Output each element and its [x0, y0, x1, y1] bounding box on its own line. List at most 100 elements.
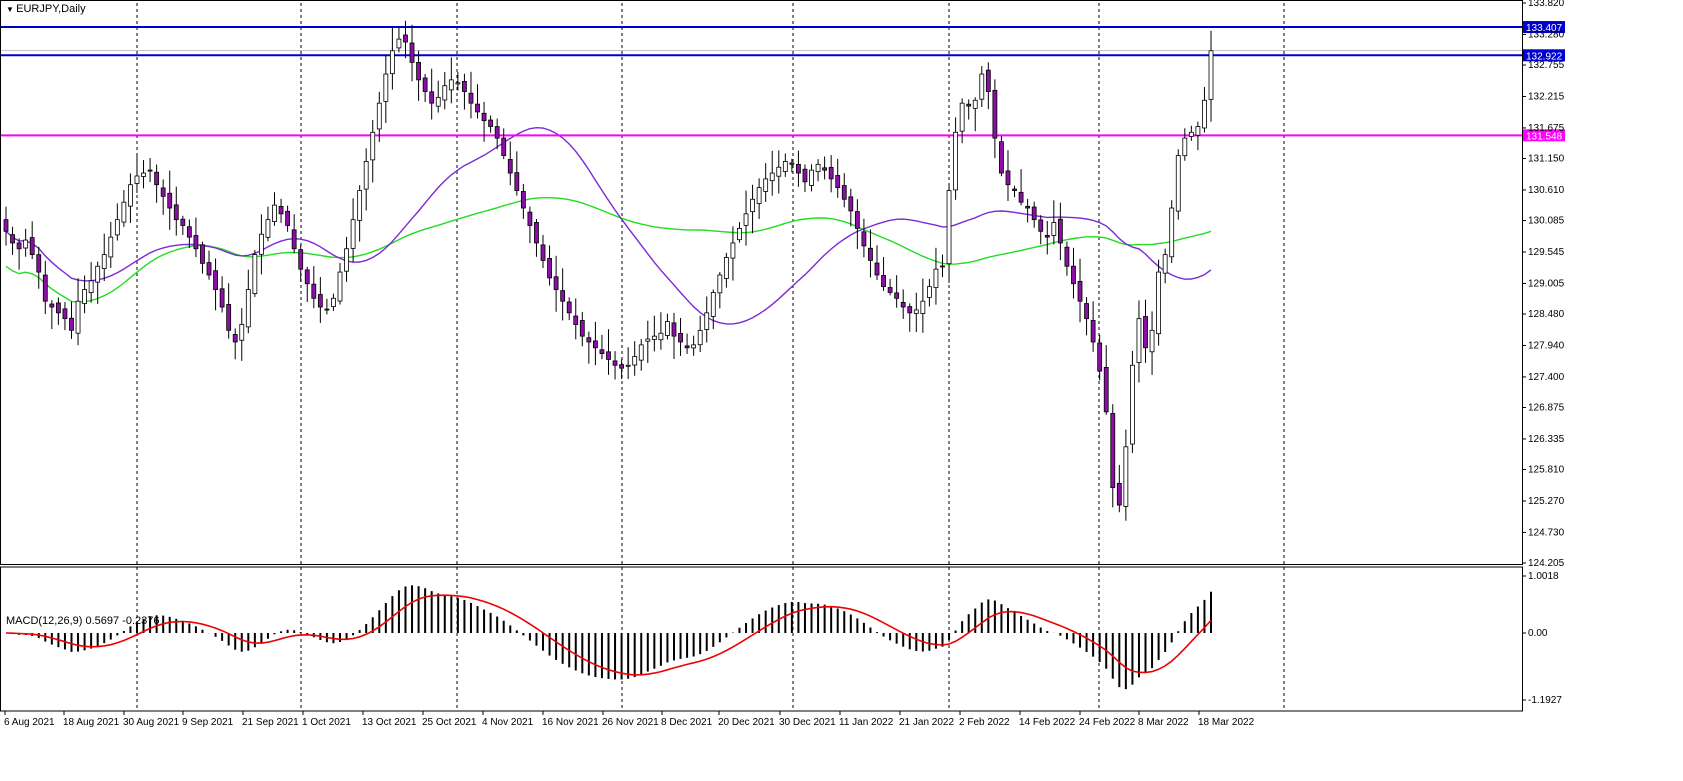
candle-body	[304, 269, 310, 285]
candle-body	[69, 317, 74, 331]
price-tick-label: 131.675	[1528, 123, 1565, 134]
candle-body	[252, 254, 258, 294]
candle-body	[1156, 271, 1162, 335]
candle-body	[1182, 137, 1188, 157]
candle-body	[579, 320, 585, 337]
candle-body	[350, 219, 356, 249]
candle-body	[887, 287, 893, 293]
candle-body	[219, 288, 225, 308]
price-tick-label: 131.150	[1528, 154, 1565, 165]
symbol-label: ▼ EURJPY,Daily	[6, 3, 86, 15]
candle-body	[625, 364, 631, 367]
candle-body	[200, 244, 205, 264]
time-tick-label: 16 Nov 2021	[542, 717, 599, 728]
candle-body	[573, 315, 579, 325]
candle-body	[815, 163, 821, 173]
candle-body	[514, 172, 520, 191]
candle-body	[337, 271, 343, 302]
candle-body	[1012, 188, 1017, 191]
candle-body	[1175, 155, 1181, 212]
time-tick-label: 1 Oct 2021	[302, 717, 351, 728]
candle-body	[448, 79, 454, 91]
candle-body	[55, 302, 61, 314]
candle-body	[1195, 126, 1201, 136]
candle-body	[527, 211, 533, 226]
candle-body	[42, 274, 48, 302]
time-tick-label: 13 Oct 2021	[362, 717, 417, 728]
candle-body	[1038, 219, 1044, 232]
candle-body	[1031, 206, 1037, 221]
candle-body	[370, 131, 376, 161]
candle-body	[317, 294, 323, 308]
candle-body	[920, 300, 926, 314]
candle-body	[900, 302, 906, 308]
candle-body	[186, 226, 192, 238]
candle-body	[298, 249, 304, 270]
candle-body	[789, 162, 795, 165]
candle-body	[1103, 366, 1109, 413]
price-tick-label: 126.875	[1528, 402, 1565, 413]
candle-body	[488, 119, 494, 127]
candle-body	[959, 102, 965, 132]
candle-body	[88, 280, 94, 293]
time-tick-label: 18 Mar 2022	[1198, 717, 1255, 728]
candle-body	[632, 356, 638, 366]
candle-body	[691, 344, 697, 349]
price-tick-label: 129.005	[1528, 278, 1565, 289]
candle-body	[1130, 364, 1135, 445]
candle-body	[1136, 318, 1142, 363]
candle-body	[999, 141, 1004, 174]
candle-body	[193, 235, 199, 250]
candle-body	[697, 329, 703, 346]
candle-body	[167, 192, 173, 209]
candle-body	[1044, 235, 1050, 238]
candle-body	[894, 292, 900, 299]
candle-body	[966, 103, 972, 107]
symbol-arrow-icon[interactable]: ▼	[6, 5, 16, 14]
candle-body	[665, 321, 670, 336]
candle-body	[534, 222, 539, 244]
candle-body	[23, 239, 29, 249]
candle-body	[154, 171, 160, 186]
time-tick-label: 6 Aug 2021	[4, 717, 55, 728]
candle-body	[147, 169, 153, 172]
price-tick-label: 127.940	[1528, 340, 1565, 351]
candle-body	[396, 38, 402, 49]
price-chart[interactable]: 133.407132.922131.548 133.820133.280132.…	[0, 0, 1683, 781]
candle-body	[671, 322, 677, 337]
candle-body	[913, 309, 919, 314]
candle-body	[1162, 254, 1168, 274]
candle-body	[121, 201, 127, 223]
candle-body	[737, 227, 742, 241]
time-tick-label: 4 Nov 2021	[482, 717, 534, 728]
candle-body	[468, 92, 474, 104]
candle-body	[704, 312, 710, 330]
candle-body	[586, 337, 592, 343]
time-tick-label: 9 Sep 2021	[182, 717, 234, 728]
candle-body	[62, 308, 68, 320]
time-tick-label: 8 Mar 2022	[1138, 717, 1189, 728]
candle-body	[926, 286, 932, 298]
candle-body	[416, 61, 421, 81]
candle-body	[1208, 50, 1214, 100]
candle-body	[841, 185, 847, 200]
candle-body	[128, 184, 133, 207]
candle-body	[49, 303, 55, 308]
candle-body	[835, 175, 841, 189]
candle-body	[723, 257, 729, 279]
macd-tick-label: -1.1927	[1528, 695, 1562, 706]
candle-body	[776, 166, 782, 177]
candle-body	[547, 258, 552, 279]
candle-body	[311, 283, 317, 299]
candle-body	[868, 247, 873, 261]
candle-body	[232, 334, 238, 343]
price-tick-label: 125.270	[1528, 496, 1565, 507]
time-tick-label: 21 Sep 2021	[242, 717, 299, 728]
candle-body	[796, 163, 801, 174]
candle-body	[278, 205, 284, 215]
price-tick-label: 124.205	[1528, 558, 1565, 569]
candle-body	[507, 159, 513, 174]
candle-body	[802, 168, 808, 183]
candle-body	[717, 274, 723, 294]
candle-body	[645, 338, 651, 342]
